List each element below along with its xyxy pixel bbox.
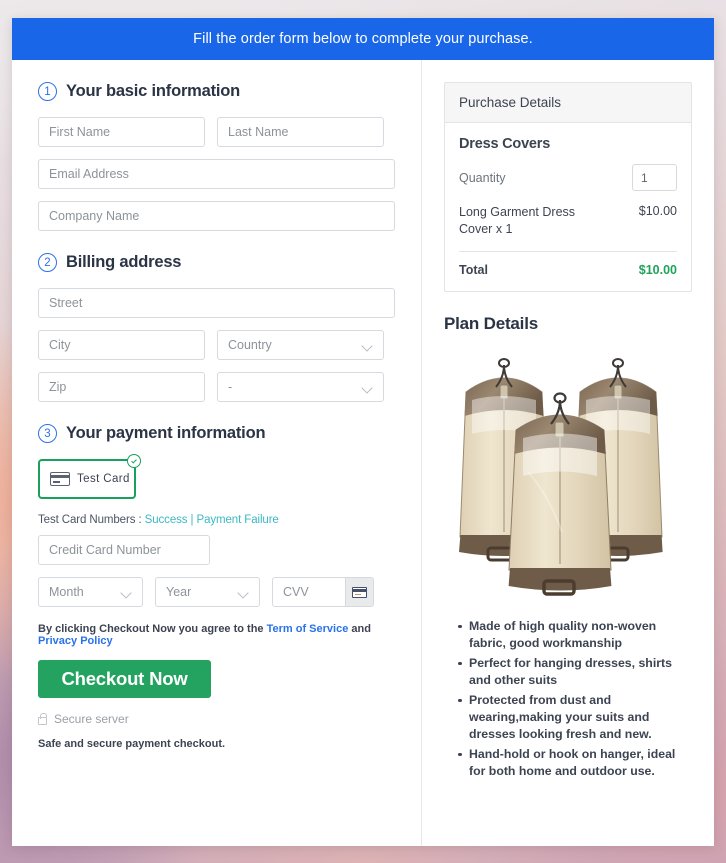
list-item: Perfect for hanging dresses, shirts and … — [458, 655, 692, 690]
order-form-column: 1 Your basic information First Name Last… — [12, 60, 422, 846]
name-row: First Name Last Name — [38, 117, 395, 147]
cvv-input[interactable]: CVV — [273, 585, 345, 599]
email-row: Email Address — [38, 159, 395, 189]
expiry-month-select[interactable]: Month — [38, 577, 143, 607]
plan-details-title: Plan Details — [444, 313, 538, 333]
link-separator: | — [187, 514, 197, 526]
credit-card-icon — [50, 472, 70, 486]
street-input[interactable]: Street — [38, 288, 395, 318]
country-select[interactable]: Country — [217, 330, 384, 360]
terms-of-service-link[interactable]: Term of Service — [267, 623, 349, 635]
lock-icon — [38, 712, 47, 725]
page-root: Fill the order form below to complete yo… — [0, 0, 726, 863]
street-row: Street — [38, 288, 395, 318]
purchase-details-body: Dress Covers Quantity 1 Long Garment Dre… — [445, 123, 691, 291]
city-input[interactable]: City — [38, 330, 205, 360]
test-card-label: Test Card — [77, 473, 130, 485]
plan-feature-list: Made of high quality non-woven fabric, g… — [444, 618, 692, 781]
company-row: Company Name — [38, 201, 395, 231]
zip-input[interactable]: Zip — [38, 372, 205, 402]
check-circle-icon — [127, 454, 141, 468]
zip-state-row: Zip - — [38, 372, 395, 402]
step-billing-address-heading: 2 Billing address — [38, 253, 395, 272]
agree-middle: and — [348, 623, 371, 635]
checkout-now-button[interactable]: Checkout Now — [38, 660, 211, 698]
purchase-details-panel: Purchase Details Dress Covers Quantity 1… — [444, 82, 692, 292]
purchase-details-header: Purchase Details — [445, 83, 691, 123]
secure-server-label: Secure server — [54, 712, 129, 726]
card-back-icon — [352, 586, 367, 598]
agree-prefix: By clicking Checkout Now you agree to th… — [38, 623, 267, 635]
terms-agreement-text: By clicking Checkout Now you agree to th… — [38, 623, 395, 647]
state-select[interactable]: - — [217, 372, 384, 402]
step-payment-information-heading: 3 Your payment information — [38, 424, 395, 443]
line-item-name: Long Garment Dress Cover x 1 — [459, 205, 576, 236]
product-image-dress-covers — [459, 357, 663, 596]
cvv-help-button[interactable] — [345, 578, 373, 606]
step-3-number: 3 — [38, 424, 57, 443]
step-1-number: 1 — [38, 82, 57, 101]
safe-checkout-note: Safe and secure payment checkout. — [38, 738, 226, 750]
city-country-row: City Country — [38, 330, 395, 360]
expiry-cvv-row: Month Year CVV — [38, 577, 395, 607]
page-banner: Fill the order form below to complete yo… — [12, 18, 714, 60]
list-item: Hand-hold or hook on hanger, ideal for b… — [458, 746, 692, 781]
total-row: Total $10.00 — [459, 252, 677, 277]
product-title: Dress Covers — [459, 136, 551, 152]
last-name-input[interactable]: Last Name — [217, 117, 384, 147]
payment-failure-card-link[interactable]: Payment Failure — [197, 514, 279, 526]
total-label: Total — [459, 262, 488, 277]
quantity-input[interactable]: 1 — [632, 164, 677, 191]
company-name-input[interactable]: Company Name — [38, 201, 395, 231]
card-columns: 1 Your basic information First Name Last… — [12, 60, 714, 846]
checkout-card: Fill the order form below to complete yo… — [12, 18, 714, 846]
step-3-title: Your payment information — [66, 424, 266, 442]
step-2-number: 2 — [38, 253, 57, 272]
total-value: $10.00 — [638, 262, 677, 277]
line-item-price: $10.00 — [638, 204, 677, 218]
list-item: Protected from dust and wearing,making y… — [458, 692, 692, 744]
first-name-input[interactable]: First Name — [38, 117, 205, 147]
expiry-year-select[interactable]: Year — [155, 577, 260, 607]
step-basic-information-heading: 1 Your basic information — [38, 82, 395, 101]
line-item-row: Long Garment Dress Cover x 1 $10.00 — [459, 204, 677, 252]
success-card-link[interactable]: Success — [145, 514, 188, 526]
step-1-title: Your basic information — [66, 82, 241, 100]
step-2-title: Billing address — [66, 253, 182, 271]
test-card-numbers-note: Test Card Numbers : Success | Payment Fa… — [38, 514, 395, 526]
summary-column: Purchase Details Dress Covers Quantity 1… — [422, 60, 714, 846]
banner-text: Fill the order form below to complete yo… — [193, 31, 533, 47]
quantity-label: Quantity — [459, 170, 506, 185]
list-item: Made of high quality non-woven fabric, g… — [458, 618, 692, 653]
quantity-row: Quantity 1 — [459, 164, 677, 191]
credit-card-number-input[interactable]: Credit Card Number — [38, 535, 210, 565]
email-input[interactable]: Email Address — [38, 159, 395, 189]
privacy-policy-link[interactable]: Privacy Policy — [38, 635, 113, 647]
test-card-option[interactable]: Test Card — [38, 454, 141, 499]
cvv-field-group: CVV — [272, 577, 374, 607]
test-numbers-prefix: Test Card Numbers : — [38, 514, 145, 526]
secure-server-row: Secure server — [38, 712, 395, 726]
